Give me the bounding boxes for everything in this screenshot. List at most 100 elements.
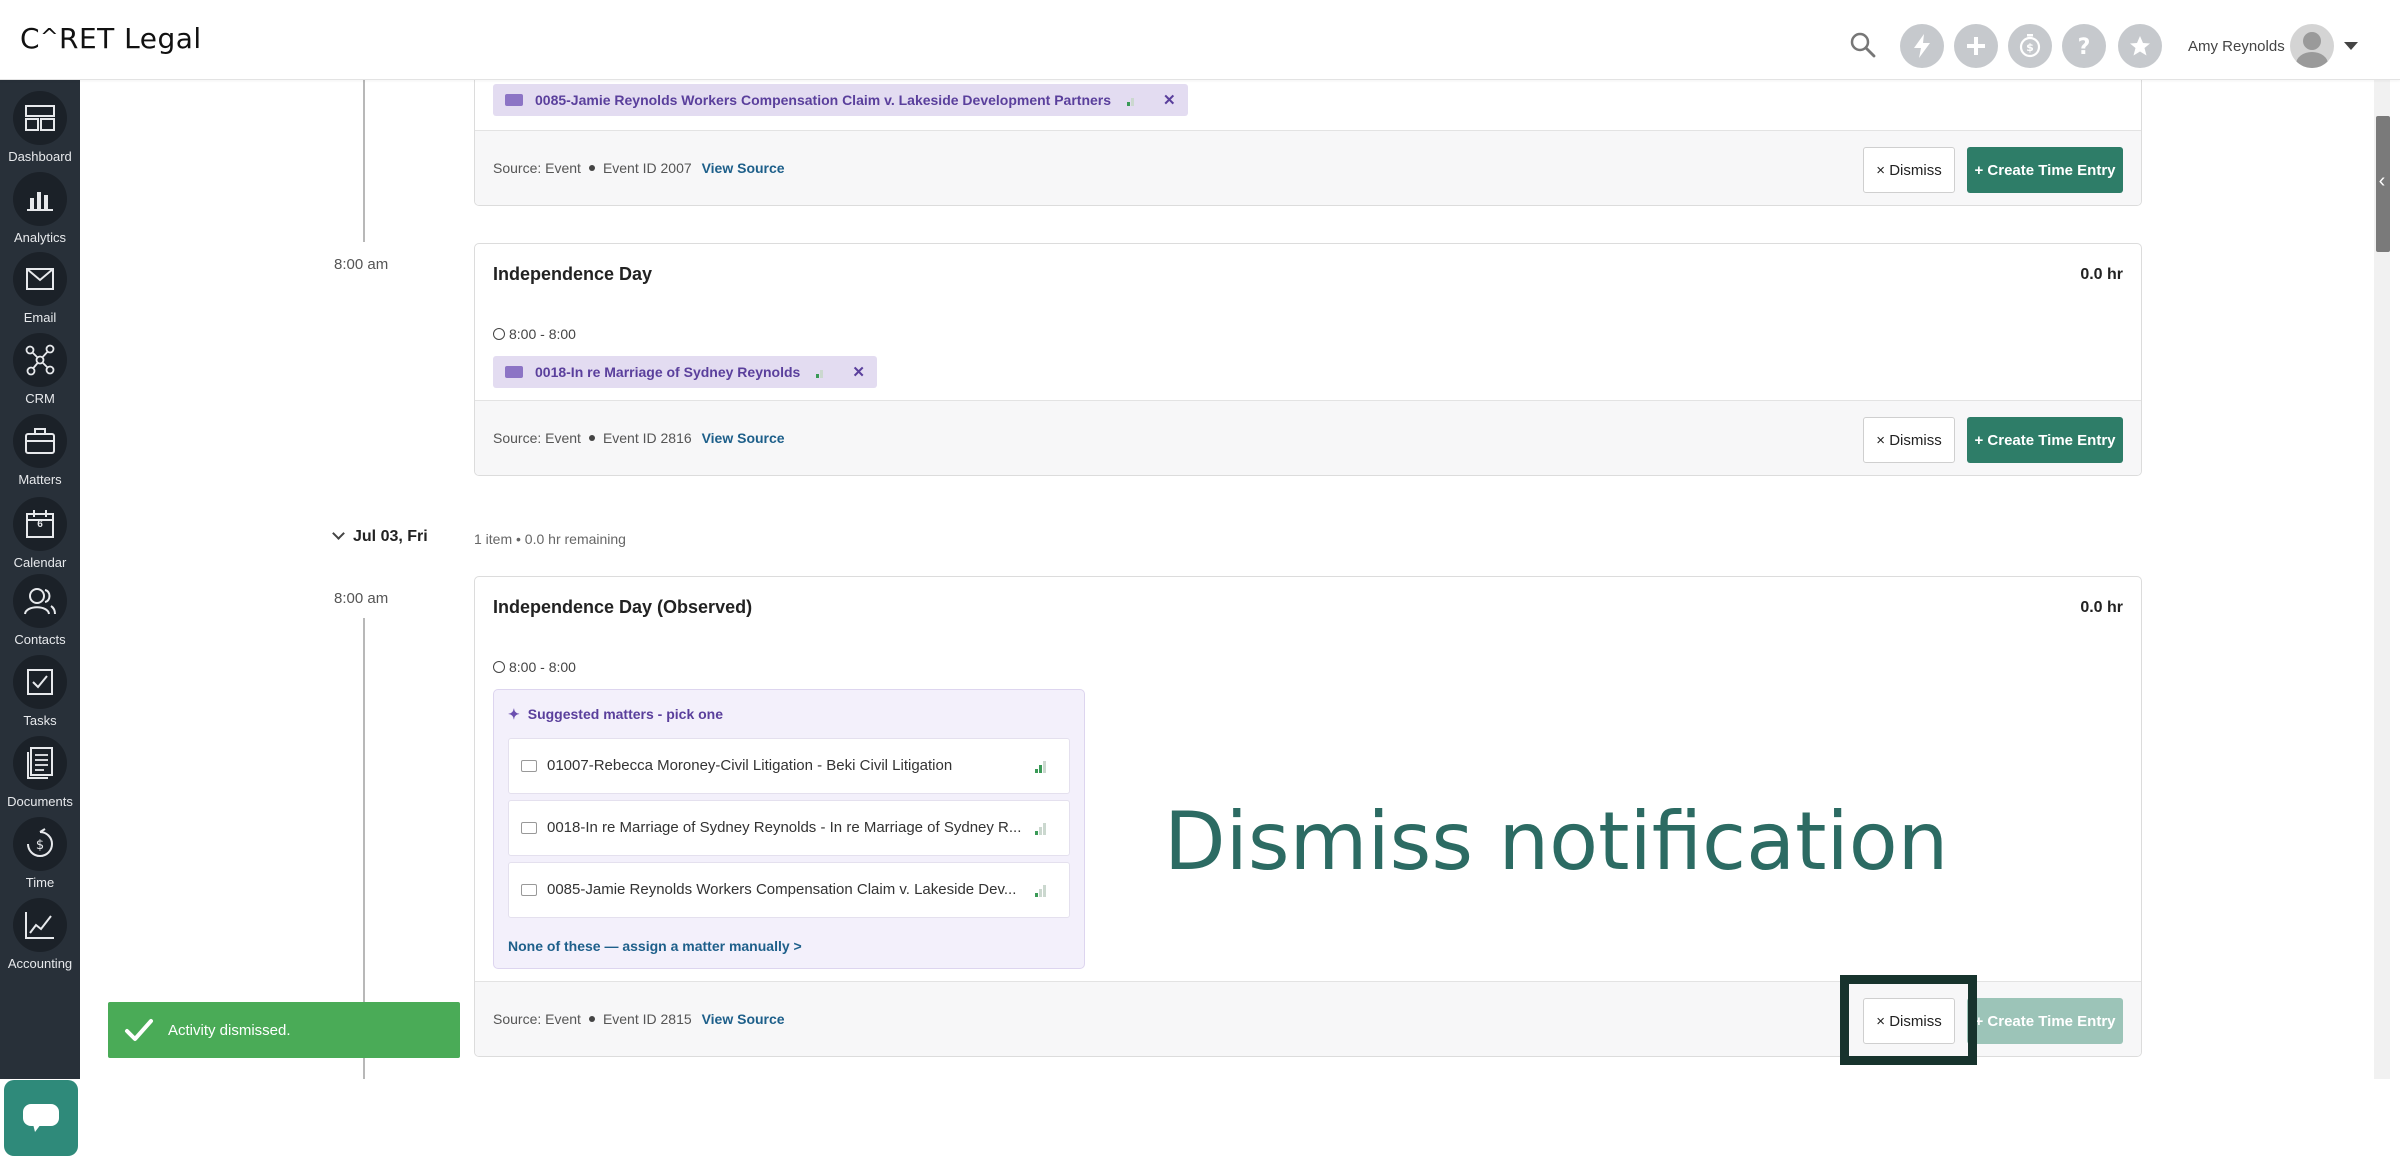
- matter-chip[interactable]: 0085-Jamie Reynolds Workers Compensation…: [493, 84, 1188, 116]
- signal-bars-icon: [1035, 823, 1049, 835]
- sidebar-item-analytics[interactable]: Analytics: [0, 168, 80, 248]
- sidebar-item-accounting[interactable]: Accounting: [0, 894, 80, 974]
- timer-icon[interactable]: $: [2008, 24, 2052, 68]
- email-icon: [13, 252, 67, 306]
- suggested-matter-option[interactable]: 0018-In re Marriage of Sydney Reynolds -…: [508, 800, 1070, 856]
- create-time-entry-button[interactable]: + Create Time Entry: [1967, 998, 2123, 1044]
- plus-icon[interactable]: [1954, 24, 1998, 68]
- source-info: Source: Event Event ID 2007 View Source: [493, 160, 785, 176]
- sidebar-item-label: CRM: [25, 391, 55, 406]
- svg-text:$: $: [2026, 41, 2034, 54]
- sidebar-item-email[interactable]: Email: [0, 248, 80, 328]
- sidebar-item-dashboard[interactable]: Dashboard: [0, 87, 80, 167]
- search-icon[interactable]: [1848, 30, 1878, 60]
- star-icon[interactable]: [2118, 24, 2162, 68]
- sidebar-item-matters[interactable]: Matters: [0, 410, 80, 490]
- sidebar-item-label: Calendar: [13, 555, 67, 570]
- matter-chip-label: 0018-In re Marriage of Sydney Reynolds: [535, 364, 801, 380]
- sidebar-item-crm[interactable]: CRM: [0, 329, 80, 409]
- sidebar-item-label: Analytics: [13, 230, 67, 245]
- contacts-icon: [13, 574, 67, 628]
- tasks-icon: [13, 655, 67, 709]
- dismiss-highlight-box: [1840, 975, 1977, 1065]
- suggested-matter-label: 01007-Rebecca Moroney-Civil Litigation -…: [547, 757, 953, 774]
- sidebar-item-time[interactable]: $ Time: [0, 813, 80, 893]
- card-title: Independence Day (Observed): [493, 597, 753, 617]
- activity-card: Independence Day 0.0 hr 8:00 - 8:00 0018…: [474, 243, 2142, 476]
- card-time-range: 8:00 - 8:00: [493, 326, 576, 342]
- sidebar-item-label: Email: [23, 310, 57, 325]
- time-range-text: 8:00 - 8:00: [509, 326, 576, 342]
- calendar-icon: 6: [13, 497, 67, 551]
- checkmark-icon: [125, 1019, 153, 1041]
- view-source-link[interactable]: View Source: [702, 430, 785, 446]
- sidebar-item-calendar[interactable]: 6 Calendar: [0, 493, 80, 573]
- signal-bars-icon: [1035, 761, 1049, 773]
- briefcase-icon: [505, 366, 523, 378]
- signal-bars-icon: [1035, 885, 1049, 897]
- day-group-meta: 1 item • 0.0 hr remaining: [474, 531, 626, 547]
- card-time-range: 8:00 - 8:00: [493, 659, 576, 675]
- suggested-matter-option[interactable]: 01007-Rebecca Moroney-Civil Litigation -…: [508, 738, 1070, 794]
- card-footer: Source: Event Event ID 2816 View Source ×…: [475, 400, 2141, 475]
- remove-matter-close-icon[interactable]: ✕: [852, 363, 865, 381]
- avatar[interactable]: [2290, 24, 2334, 68]
- briefcase-icon: [521, 760, 537, 772]
- analytics-icon: [13, 172, 67, 226]
- lightning-icon[interactable]: [1900, 24, 1944, 68]
- source-info: Source: Event Event ID 2816 View Source: [493, 430, 785, 446]
- timeline-line: [363, 80, 365, 242]
- view-source-link[interactable]: View Source: [702, 1011, 785, 1027]
- day-group-date: Jul 03, Fri: [353, 528, 428, 545]
- card-footer: Source: Event Event ID 2007 View Source ×…: [475, 130, 2141, 205]
- accounting-icon: [13, 898, 67, 952]
- briefcase-icon: [505, 94, 523, 106]
- card-hours: 0.0 hr: [2080, 266, 2123, 283]
- matter-chip[interactable]: 0018-In re Marriage of Sydney Reynolds ✕: [493, 356, 877, 388]
- dismiss-button[interactable]: × Dismiss: [1863, 147, 1955, 193]
- create-time-entry-button[interactable]: + Create Time Entry: [1967, 147, 2123, 193]
- matter-chip-label: 0085-Jamie Reynolds Workers Compensation…: [535, 92, 1112, 108]
- suggested-title-text: Suggested matters - pick one: [527, 706, 724, 722]
- card-title: Independence Day: [493, 264, 653, 284]
- source-label: Source: Event: [493, 430, 581, 446]
- remove-matter-close-icon[interactable]: ✕: [1163, 91, 1176, 109]
- dismiss-button[interactable]: × Dismiss: [1863, 417, 1955, 463]
- day-group-toggle[interactable]: Jul 03, Fri: [332, 527, 428, 546]
- activity-card: 0085-Jamie Reynolds Workers Compensation…: [474, 60, 2142, 206]
- app-logo[interactable]: C^RET Legal: [20, 22, 202, 55]
- chat-button[interactable]: [4, 1080, 78, 1156]
- suggested-matter-label: 0085-Jamie Reynolds Workers Compensation…: [547, 881, 1017, 898]
- view-source-link[interactable]: View Source: [702, 160, 785, 176]
- suggested-matters-panel: ✦ Suggested matters - pick one 01007-Rebe…: [493, 689, 1085, 969]
- user-name[interactable]: Amy Reynolds: [2188, 38, 2285, 55]
- calendar-day-number: 6: [37, 519, 43, 530]
- sparkle-icon: ✦: [508, 706, 520, 722]
- sidebar-item-label: Dashboard: [8, 149, 72, 164]
- source-label: Source: Event: [493, 160, 581, 176]
- event-id: Event ID 2007: [602, 160, 692, 176]
- top-header: C^RET Legal $ ? Amy Reynolds: [0, 0, 2400, 80]
- clock-icon: [493, 661, 505, 673]
- source-info: Source: Event Event ID 2815 View Source: [493, 1011, 785, 1027]
- user-menu-chevron-down-icon[interactable]: [2344, 42, 2358, 50]
- assign-matter-manually-link[interactable]: None of these — assign a matter manually…: [508, 938, 802, 954]
- event-id: Event ID 2815: [602, 1011, 692, 1027]
- signal-bars-icon: [816, 366, 826, 378]
- sidebar-item-contacts[interactable]: Contacts: [0, 570, 80, 650]
- sidebar-item-documents[interactable]: Documents: [0, 732, 80, 812]
- create-time-entry-button[interactable]: + Create Time Entry: [1967, 417, 2123, 463]
- toast-notification: Activity dismissed.: [108, 1002, 460, 1058]
- sidebar-item-label: Documents: [7, 794, 73, 809]
- sidebar-item-label: Accounting: [7, 956, 73, 971]
- source-label: Source: Event: [493, 1011, 581, 1027]
- sidebar-item-tasks[interactable]: Tasks: [0, 651, 80, 731]
- suggested-matter-option[interactable]: 0085-Jamie Reynolds Workers Compensation…: [508, 862, 1070, 918]
- event-id: Event ID 2816: [602, 430, 692, 446]
- dashboard-icon: [13, 91, 67, 145]
- time-icon: $: [13, 817, 67, 871]
- suggested-matter-label: 0018-In re Marriage of Sydney Reynolds -…: [547, 819, 1022, 836]
- collapse-panel-chevron-left-icon[interactable]: ‹: [2374, 170, 2390, 200]
- suggested-matters-title: ✦ Suggested matters - pick one: [508, 706, 723, 723]
- help-icon[interactable]: ?: [2062, 24, 2106, 68]
